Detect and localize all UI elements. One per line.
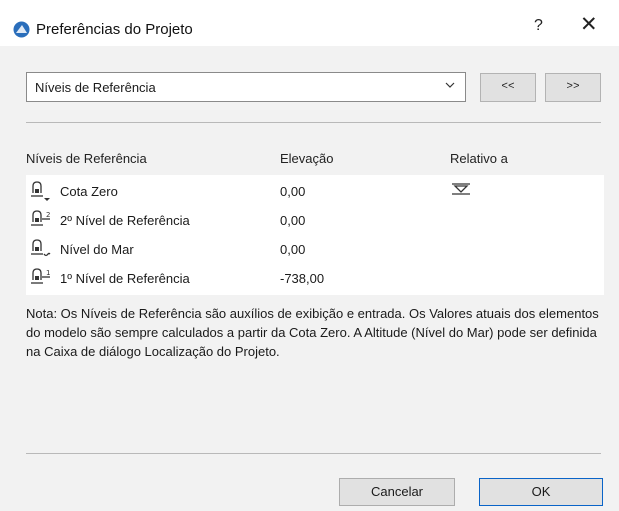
level-name: Cota Zero	[60, 184, 118, 199]
cancel-button[interactable]: Cancelar	[339, 478, 455, 506]
level-elevation: -738,00	[280, 271, 325, 286]
divider-top	[26, 122, 601, 123]
level-elevation: 0,00	[280, 184, 306, 199]
column-header-relative: Relativo a	[450, 151, 508, 166]
level-name: Nível do Mar	[60, 242, 134, 257]
help-button[interactable]: ?	[534, 17, 543, 35]
level-name: 1º Nível de Referência	[60, 271, 190, 286]
category-select[interactable]: Níveis de Referência	[26, 72, 466, 102]
column-header-elevation: Elevação	[280, 151, 334, 166]
category-select-value: Níveis de Referência	[35, 80, 156, 95]
level-2-icon: 2	[31, 210, 50, 226]
next-button[interactable]: >>	[545, 73, 601, 102]
title-bar: Preferências do Projeto ? ✕	[0, 0, 619, 46]
level-zero-icon	[31, 181, 50, 201]
level-name: 2º Nível de Referência	[60, 213, 190, 228]
relative-to-icon	[452, 183, 470, 195]
column-header-name: Níveis de Referência	[26, 151, 147, 166]
table-row[interactable]: 1 1º Nível de Referência -738,00	[26, 264, 604, 293]
window-title: Preferências do Projeto	[36, 21, 193, 38]
level-elevation: 0,00	[280, 213, 306, 228]
table-row[interactable]: Nível do Mar 0,00	[26, 235, 604, 264]
table-row[interactable]: Cota Zero 0,00	[26, 177, 604, 206]
app-logo-icon	[13, 21, 30, 38]
svg-text:2: 2	[46, 211, 50, 219]
ok-button[interactable]: OK	[479, 478, 603, 506]
table-row[interactable]: 2 2º Nível de Referência 0,00	[26, 206, 604, 235]
levels-table: Cota Zero 0,00 2 2º Nível de Referência …	[26, 175, 604, 295]
note-text: Nota: Os Níveis de Referência são auxíli…	[26, 306, 599, 359]
previous-button[interactable]: <<	[480, 73, 536, 102]
close-button[interactable]: ✕	[580, 14, 598, 35]
divider-bottom	[26, 453, 601, 454]
sea-level-icon	[31, 239, 51, 257]
level-elevation: 0,00	[280, 242, 306, 257]
level-1-icon: 1	[31, 268, 50, 284]
svg-text:1: 1	[46, 269, 50, 277]
chevron-down-icon	[445, 82, 455, 88]
